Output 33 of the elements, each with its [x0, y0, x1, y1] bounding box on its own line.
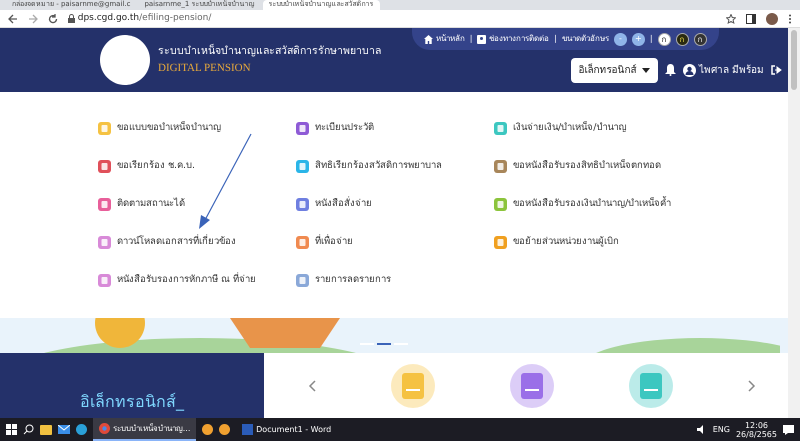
contrast-button[interactable]: ก [658, 32, 671, 46]
service-menu-item[interactable]: ขอย้ายส่วนหน่วยงานผู้เบิก [494, 234, 744, 250]
service-menu-item[interactable]: ขอหนังสือรับรองสิทธิบำเหน็จตกทอด [494, 158, 744, 174]
top-link[interactable]: หน้าหลัก [424, 33, 465, 45]
service-menu-item[interactable]: ขอเรียกร้อง ช.ค.บ. [98, 158, 296, 174]
service-menu-item[interactable]: ขอหนังสือรับรองเงินบำนาญ/บำเหน็จค้ำ [494, 196, 744, 212]
category-dropdown[interactable]: อิเล็กทรอนิกส์ [570, 58, 658, 82]
site-subtitle: DIGITAL PENSION [158, 60, 252, 76]
contrast-button[interactable]: ก [694, 32, 707, 46]
clock[interactable]: 12:06 26/8/2565 [736, 420, 777, 438]
section-title: อิเล็กทรอนิกส์_ [80, 391, 184, 413]
taskbar-app[interactable]: ระบบบำเหน็จบำนาญ... [93, 418, 196, 441]
contrast-button[interactable]: ก [676, 32, 689, 46]
service-menu-item[interactable]: รายการลดรายการ [296, 272, 494, 288]
language-indicator[interactable]: ENG [712, 424, 730, 436]
service-menu-item[interactable]: ติดตามสถานะได้ [98, 196, 296, 212]
url-text[interactable]: dps.cgd.go.th/efiling-pension/ [78, 12, 212, 26]
service-menu-item[interactable]: หนังสือสั่งจ่าย [296, 196, 494, 212]
top-link[interactable]: ช่องทางการติดต่อ [477, 33, 550, 45]
font-size-label: ขนาดตัวอักษร [562, 33, 609, 45]
service-menu-item[interactable]: ทะเบียนประวัติ [296, 120, 494, 136]
service-menu-item[interactable]: ขอแบบขอบำเหน็จบำนาญ [98, 120, 296, 136]
user-menu[interactable]: ไพศาล มีพร้อม [683, 62, 764, 78]
site-title: ระบบบำเหน็จบำนาญและสวัสดิการรักษาพยาบาล [158, 44, 381, 59]
separator: | [650, 33, 653, 45]
service-menu-item[interactable]: หนังสือรับรองการหักภาษี ณ ที่จ่าย [98, 272, 296, 288]
separator: | [554, 33, 557, 45]
service-menu-item[interactable]: สิทธิเรียกร้องสวัสดิการพยาบาล [296, 158, 494, 174]
service-menu-item[interactable]: เงินจ่ายเงิน/บำเหน็จ/บำนาญ [494, 120, 744, 136]
service-menu-item[interactable]: ดาวน์โหลดเอกสารที่เกี่ยวข้อง [98, 234, 296, 250]
taskbar-app[interactable]: Document1 - Word [236, 418, 338, 441]
service-menu-item[interactable]: ที่เพื่อจ่าย [296, 234, 494, 250]
separator: | [470, 33, 472, 45]
